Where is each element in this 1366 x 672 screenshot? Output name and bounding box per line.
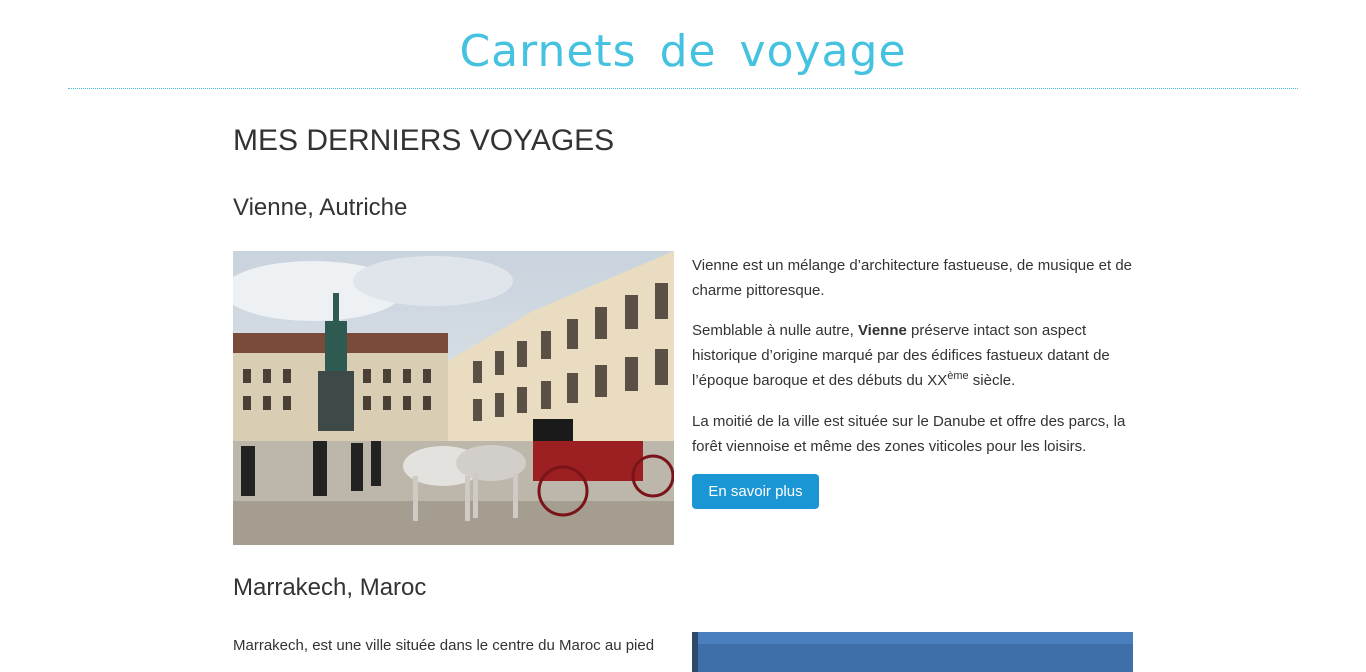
title-divider	[68, 88, 1298, 89]
marrakech-paragraph-1: Marrakech, est une ville située dans le …	[233, 637, 655, 654]
site-title: Carnets de voyage	[459, 26, 907, 77]
vienne-paragraph-2-text: Semblable à nulle autre,	[692, 322, 858, 339]
read-more-button[interactable]: En savoir plus	[692, 474, 819, 509]
vienne-superscript: ème	[947, 370, 969, 382]
vienne-paragraph-2: Semblable à nulle autre, Vienne préserve…	[692, 318, 1137, 393]
trip-title-vienne: Vienne, Autriche	[233, 194, 408, 221]
marrakech-photo	[692, 632, 1133, 672]
vienne-description: Vienne est un mélange d’architecture fas…	[692, 253, 1137, 474]
vienne-paragraph-2-end: siècle.	[968, 372, 1016, 389]
vienne-paragraph-1: Vienne est un mélange d’architecture fas…	[692, 257, 1133, 299]
section-heading: MES DERNIERS VOYAGES	[233, 124, 615, 157]
trip-title-marrakech: Marrakech, Maroc	[233, 574, 427, 601]
vienne-paragraph-3: La moitié de la ville est située sur le …	[692, 413, 1126, 455]
vienna-photo	[233, 251, 674, 545]
vienne-bold-name: Vienne	[857, 322, 907, 339]
